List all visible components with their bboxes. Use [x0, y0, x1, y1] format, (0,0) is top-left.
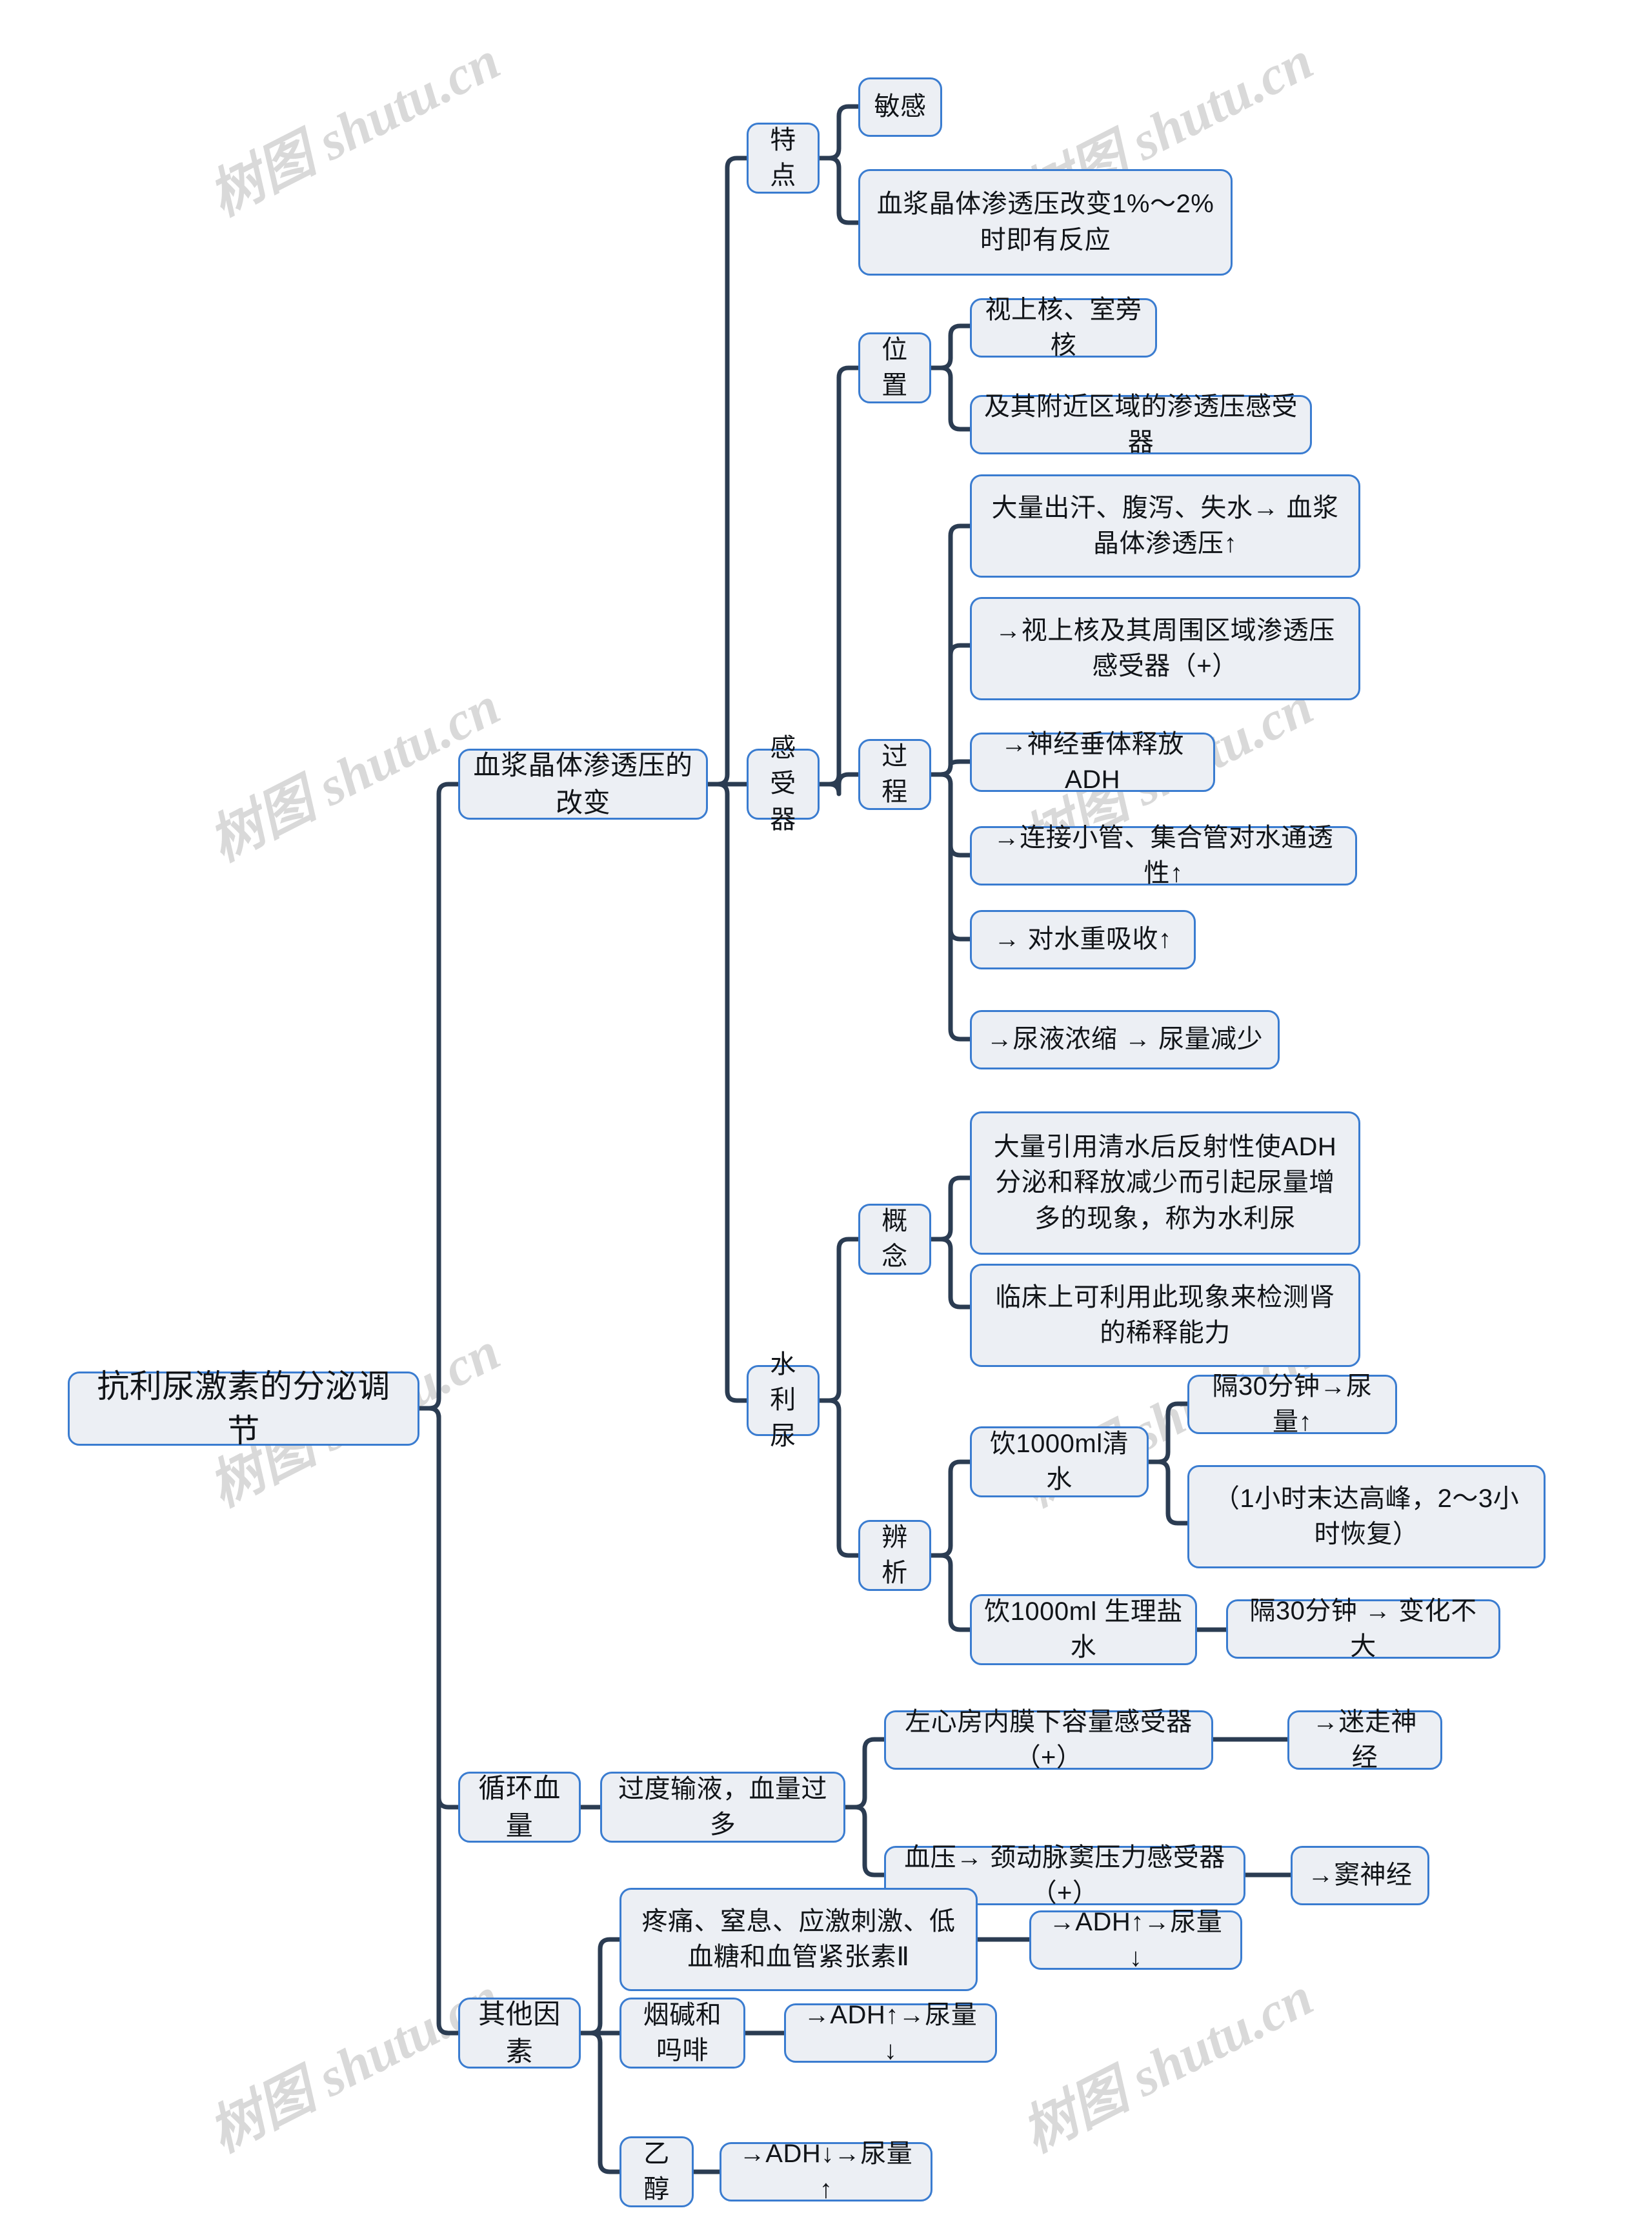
node-branch-circulating-blood-volume[interactable]: 循环血量 — [458, 1772, 581, 1843]
node-adh-down-urine-up[interactable]: →ADH↓→尿量↑ — [720, 2140, 932, 2203]
node-drink-1000ml-plain-water[interactable]: 饮1000ml清水 — [970, 1426, 1149, 1497]
node-adh-up-urine-down-2[interactable]: →ADH↑→尿量↓ — [784, 2001, 997, 2065]
node-differentiation[interactable]: 辨析 — [858, 1520, 931, 1591]
node-supraoptic-osmoreceptor-activated[interactable]: →视上核及其周围区域渗透压感受器（+） — [970, 597, 1360, 700]
mindmap-root-node[interactable]: 抗利尿激素的分泌调节 — [68, 1368, 419, 1449]
node-left-atrial-volume-receptor[interactable]: 左心房内膜下容量感受器（+） — [884, 1708, 1213, 1772]
node-layer: 抗利尿激素的分泌调节 血浆晶体渗透压的改变 特点 敏感 血浆晶体渗透压改变1%～… — [0, 0, 1652, 2237]
node-branch-other-factors[interactable]: 其他因素 — [458, 1998, 581, 2069]
node-vagus-nerve[interactable]: →迷走神经 — [1287, 1708, 1442, 1772]
node-pain-asphyxia-stress-hypoglycemia-angiotensin2[interactable]: 疼痛、窒息、应激刺激、低血糖和血管紧张素Ⅱ — [620, 1888, 978, 1991]
mindmap-canvas: 树图 shutu.cn 树图 shutu.cn 树图 shutu.cn 树图 s… — [0, 0, 1652, 2237]
node-urine-concentrated-volume-down[interactable]: →尿液浓缩 → 尿量减少 — [970, 1010, 1280, 1069]
node-process[interactable]: 过程 — [858, 739, 931, 810]
node-water-diuresis[interactable]: 水利尿 — [747, 1350, 820, 1450]
node-drink-1000ml-saline[interactable]: 饮1000ml 生理盐水 — [970, 1594, 1197, 1665]
node-supraoptic-paraventricular-nuclei[interactable]: 视上核、室旁核 — [970, 296, 1157, 359]
node-excess-infusion-blood-volume[interactable]: 过度输液，血量过多 — [600, 1772, 845, 1843]
node-collecting-duct-water-permeability-up[interactable]: →连接小管、集合管对水通透性↑ — [970, 824, 1357, 887]
node-branch-plasma-osmotic-change[interactable]: 血浆晶体渗透压的改变 — [458, 749, 708, 820]
node-water-diuresis-definition[interactable]: 大量引用清水后反射性使ADH分泌和释放减少而引起尿量增多的现象，称为水利尿 — [970, 1111, 1360, 1255]
node-characteristics[interactable]: 特点 — [747, 123, 820, 194]
node-ethanol[interactable]: 乙醇 — [620, 2136, 694, 2207]
node-concept[interactable]: 概念 — [858, 1204, 931, 1275]
node-nicotine-and-morphine[interactable]: 烟碱和吗啡 — [620, 1998, 745, 2069]
node-osmotic-1-2-percent-response[interactable]: 血浆晶体渗透压改变1%～2%时即有反应 — [858, 169, 1233, 276]
node-30min-urine-up[interactable]: 隔30分钟→尿量↑ — [1187, 1372, 1397, 1436]
node-sensitive[interactable]: 敏感 — [858, 77, 942, 137]
node-water-reabsorption-up[interactable]: → 对水重吸收↑ — [970, 910, 1196, 969]
node-peak-1hour-recover-2-3hours[interactable]: （1小时末达高峰，2～3小时恢复） — [1187, 1465, 1546, 1568]
node-clinical-renal-dilution-test[interactable]: 临床上可利用此现象来检测肾的稀释能力 — [970, 1264, 1360, 1367]
node-neurohypophysis-releases-adh[interactable]: →神经垂体释放ADH — [970, 730, 1215, 794]
node-sinus-nerve[interactable]: →窦神经 — [1291, 1846, 1429, 1905]
node-30min-little-change[interactable]: 隔30分钟 → 变化不大 — [1226, 1597, 1500, 1661]
node-adh-up-urine-down-1[interactable]: →ADH↑→尿量↓ — [1029, 1908, 1242, 1972]
node-nearby-osmoreceptors[interactable]: 及其附近区域的渗透压感受器 — [970, 392, 1312, 456]
node-location[interactable]: 位置 — [858, 332, 931, 403]
node-receptor[interactable]: 感受器 — [747, 734, 820, 834]
node-sweating-diarrhea-osmotic-up[interactable]: 大量出汗、腹泻、失水→ 血浆晶体渗透压↑ — [970, 474, 1360, 578]
